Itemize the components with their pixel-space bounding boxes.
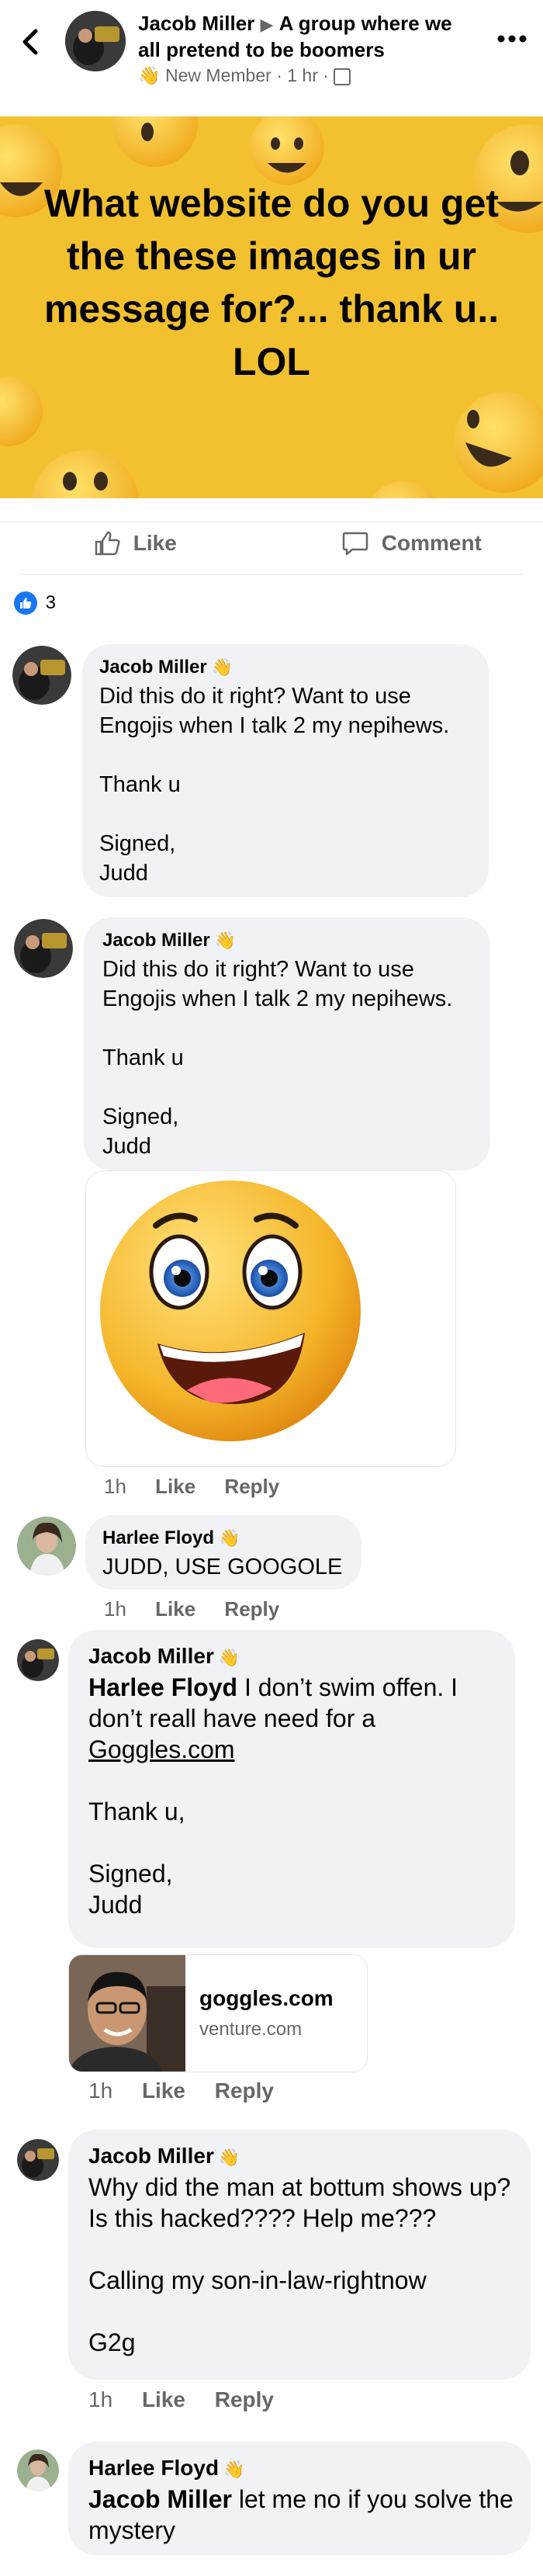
comment-time[interactable]: 1h (104, 1475, 126, 1498)
comment-reply-button[interactable]: Reply (224, 1475, 279, 1498)
comment: Harlee Floyd 👋 JUDD, USE GOOGOLE 1h Like … (0, 1513, 543, 1622)
preview-thumbnail (69, 1955, 185, 2072)
comment-time[interactable]: 1h (88, 2078, 112, 2103)
smiley-emoji-icon (100, 1181, 361, 1441)
commenter-avatar[interactable] (17, 1517, 76, 1576)
like-button[interactable]: Like (93, 529, 264, 560)
wave-icon: 👋 (214, 931, 237, 950)
comment-button[interactable]: Comment (341, 529, 527, 560)
wave-icon: 👋 (219, 1528, 240, 1548)
author-avatar[interactable] (65, 11, 126, 71)
comment-like-button[interactable]: Like (142, 2387, 185, 2411)
commenter-name[interactable]: Jacob Miller (102, 930, 210, 951)
emoji-attachment[interactable] (85, 1170, 456, 1467)
more-options-icon[interactable] (496, 33, 527, 45)
wave-icon: 👋 (138, 65, 161, 85)
comment-text: Harlee Floyd I don’t swim offen. I don’t… (88, 1673, 458, 1919)
comment: Harlee Floyd 👋 Jacob Miller let me no if … (0, 2442, 543, 2576)
mention-link[interactable]: Jacob Miller (88, 2485, 232, 2513)
comment-label: Comment (381, 531, 482, 555)
comment-text: Did this do it right? Want to use Engoji… (102, 957, 453, 1159)
reaction-count: 3 (45, 592, 57, 613)
wave-icon: 👋 (218, 2148, 240, 2167)
comment-like-button[interactable]: Like (142, 2078, 185, 2103)
post-text: What website do you get the these images… (43, 182, 500, 383)
back-chevron-icon[interactable] (17, 26, 45, 57)
wave-icon: 👋 (223, 2460, 245, 2479)
commenter-name[interactable]: Jacob Miller (99, 657, 207, 678)
comment-text: Jacob Miller let me no if you solve the … (88, 2485, 514, 2544)
thumbs-up-icon (95, 531, 120, 556)
comment-reply-button[interactable]: Reply (215, 2387, 274, 2411)
comment-time[interactable]: 1h (104, 1597, 126, 1621)
preview-domain: venture.com (199, 2019, 303, 2040)
preview-title: goggles.com (199, 1986, 334, 2010)
comment-text: Why did the man at bottum shows up? Is t… (88, 2173, 511, 2356)
commenter-avatar[interactable] (12, 646, 71, 705)
commenter-avatar[interactable] (17, 1639, 59, 1681)
goggles-link[interactable]: Goggles.com (88, 1735, 235, 1763)
comment-reply-button[interactable]: Reply (215, 2078, 274, 2103)
like-reaction-icon (14, 591, 37, 615)
commenter-name[interactable]: Jacob Miller (88, 2144, 214, 2168)
wave-icon: 👋 (218, 1648, 240, 1667)
post-text-background[interactable]: What website do you get the these images… (0, 116, 543, 498)
comment-like-button[interactable]: Like (155, 1597, 195, 1621)
reaction-summary[interactable]: 3 (14, 591, 56, 618)
comment-text: JUDD, USE GOOGOLE (102, 1555, 343, 1579)
commenter-avatar[interactable] (17, 2449, 59, 2491)
post-header: Jacob Miller ▶ A group where we all pret… (0, 0, 543, 93)
link-preview-card[interactable]: goggles.com venture.com (68, 1954, 368, 2072)
wave-icon: 👋 (211, 657, 233, 677)
comment-like-button[interactable]: Like (155, 1475, 195, 1498)
mention-link[interactable]: Harlee Floyd (88, 1673, 237, 1701)
commenter-name[interactable]: Jacob Miller (88, 1644, 214, 1668)
comment-reply-button[interactable]: Reply (224, 1597, 279, 1621)
post-time[interactable]: 1 hr (287, 65, 318, 85)
commenter-name[interactable]: Harlee Floyd (88, 2456, 219, 2480)
comment: Jacob Miller 👋 Did this do it right? Want… (0, 636, 543, 900)
comment-text: Did this do it right? Want to use Engoji… (99, 684, 450, 886)
comment: Jacob Miller 👋 Harlee Floyd I don’t swim … (0, 1630, 543, 2111)
comment: Jacob Miller 👋 Did this do it right? Want… (0, 910, 543, 1499)
member-badge: New Member (165, 65, 272, 85)
commenter-avatar[interactable] (17, 2139, 59, 2181)
comment-time[interactable]: 1h (88, 2387, 112, 2411)
commenter-avatar[interactable] (14, 919, 73, 978)
arrow-right-icon: ▶ (260, 15, 274, 34)
divider (20, 574, 523, 575)
commenter-name[interactable]: Harlee Floyd (102, 1527, 214, 1548)
comment: Jacob Miller 👋 Why did the man at bottum … (0, 2130, 543, 2425)
group-privacy-icon (334, 68, 351, 85)
comment-icon (342, 532, 368, 556)
like-label: Like (133, 531, 177, 555)
author-name[interactable]: Jacob Miller (138, 12, 254, 35)
